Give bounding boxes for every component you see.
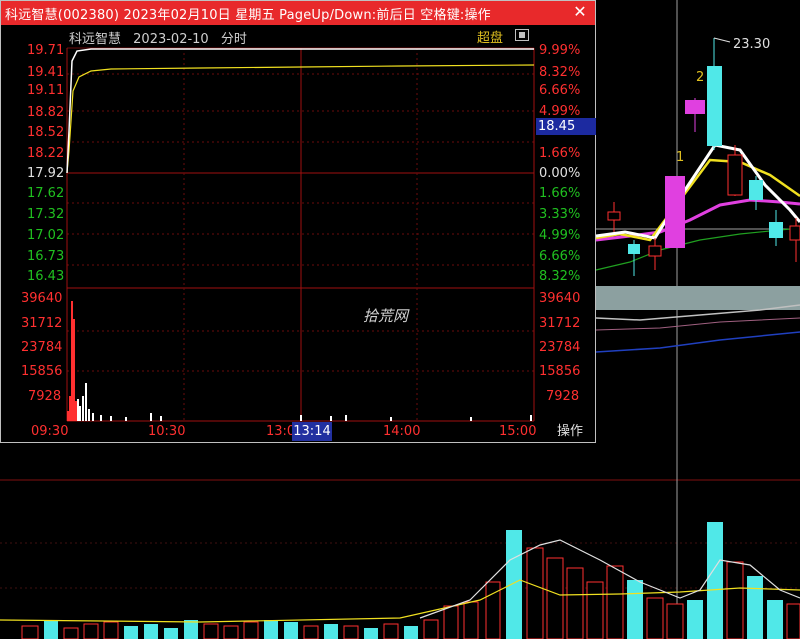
volume-label-right: 23784 (539, 340, 581, 355)
pct-label: 1.66% (539, 186, 581, 201)
price-label: 17.32 (27, 207, 65, 222)
price-label: 16.43 (27, 269, 65, 284)
price-label: 17.02 (27, 228, 65, 243)
time-label: 14:00 (383, 424, 421, 439)
price-label: 16.73 (27, 249, 65, 264)
volume-label-right: 15856 (539, 364, 581, 379)
cursor-time-marker: 13:14 (292, 422, 332, 441)
pct-label: 8.32% (539, 65, 581, 80)
price-label: 18.82 (27, 105, 65, 120)
pct-label: 4.99% (539, 104, 581, 119)
price-label: 18.22 (27, 146, 65, 161)
pct-label-base: 0.00% (539, 166, 581, 181)
watermark: 拾荒网 (363, 307, 409, 325)
price-label: 17.62 (27, 186, 65, 201)
volume-label: 7928 (28, 389, 62, 404)
time-label: 10:30 (148, 424, 186, 439)
volume-label: 31712 (21, 316, 63, 331)
kline-high-price: 23.30 (733, 37, 771, 52)
kline-mark-1: 1 (676, 150, 685, 165)
price-label: 18.52 (27, 125, 65, 140)
time-label: 15:00 (499, 424, 537, 439)
time-label: 09:30 (31, 424, 69, 439)
price-label: 19.41 (27, 65, 65, 80)
pct-label: 1.66% (539, 146, 581, 161)
pct-label: 4.99% (539, 228, 581, 243)
volume-label-right: 7928 (546, 389, 580, 404)
volume-label: 15856 (21, 364, 63, 379)
price-label: 19.71 (27, 43, 65, 58)
intraday-popup-window[interactable]: 科远智慧(002380) 2023年02月10日 星期五 PageUp/Down… (0, 0, 596, 443)
price-label-base: 17.92 (27, 166, 65, 181)
pct-label: 6.66% (539, 249, 581, 264)
volume-label-right: 39640 (539, 291, 581, 306)
pct-label: 9.99% (539, 43, 581, 58)
volume-label-right: 31712 (539, 316, 581, 331)
pct-label: 6.66% (539, 83, 581, 98)
price-label: 19.11 (27, 83, 65, 98)
pct-label: 3.33% (539, 207, 581, 222)
volume-label: 39640 (21, 291, 63, 306)
volume-label: 23784 (21, 340, 63, 355)
intraday-chart (66, 47, 535, 422)
price-grid (66, 47, 535, 422)
operation-button[interactable]: 操作 (547, 422, 593, 441)
intraday-volume (67, 301, 532, 421)
current-price-marker: 18.45 (536, 118, 596, 135)
kline-mark-2: 2 (696, 70, 705, 85)
pct-label: 8.32% (539, 269, 581, 284)
